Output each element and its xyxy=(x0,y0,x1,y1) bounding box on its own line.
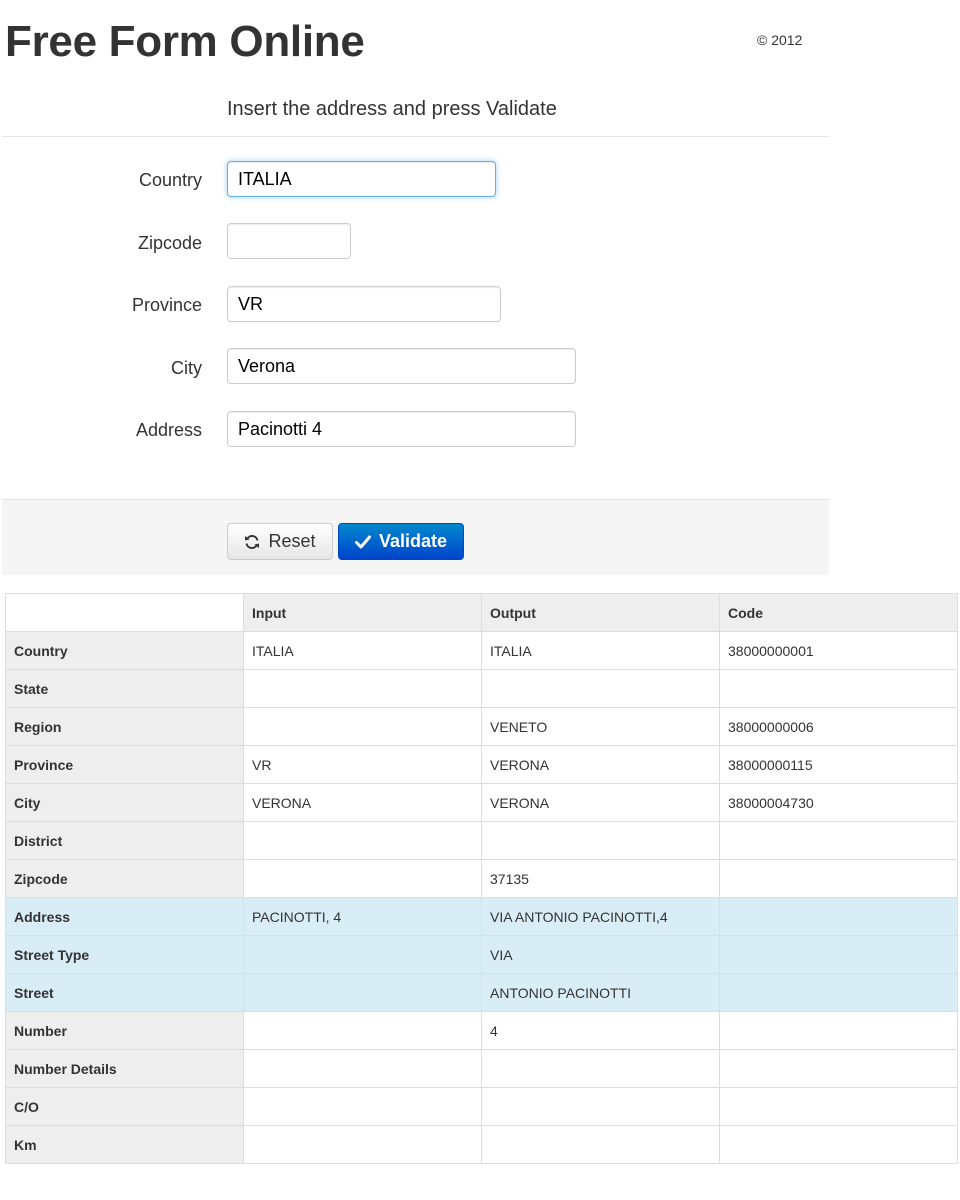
check-icon xyxy=(354,535,371,549)
results-header-row: Input Output Code xyxy=(5,593,958,632)
form-legend: Insert the address and press Validate xyxy=(227,98,557,120)
table-row: Region VENETO 38000000006 xyxy=(5,707,958,746)
results-body: Country ITALIA ITALIA 38000000001 State Regio… xyxy=(5,631,958,1164)
table-row: Number 4 xyxy=(5,1011,958,1050)
row-label: Province xyxy=(5,745,244,784)
validate-button[interactable]: Validate xyxy=(338,523,464,560)
cell-output: VIA ANTONIO PACINOTTI,4 xyxy=(481,897,720,936)
address-input[interactable] xyxy=(227,411,576,447)
table-row: Address PACINOTTI, 4 VIA ANTONIO PACINOTTI… xyxy=(5,897,958,936)
reset-button-label: Reset xyxy=(268,531,316,551)
cell-input xyxy=(243,859,482,898)
header-cell-code: Code xyxy=(719,593,958,632)
cell-code: 38000004730 xyxy=(719,783,958,822)
table-row: Country ITALIA ITALIA 38000000001 xyxy=(5,631,958,670)
cell-output xyxy=(481,669,720,708)
row-label: Zipcode xyxy=(5,859,244,898)
row-label: Street Type xyxy=(5,935,244,974)
cell-code xyxy=(719,821,958,860)
row-label: Number xyxy=(5,1011,244,1050)
table-row: Province VR VERONA 38000000115 xyxy=(5,745,958,784)
header-cell-output: Output xyxy=(481,593,720,632)
table-row: Street ANTONIO PACINOTTI xyxy=(5,973,958,1012)
header-cell-input: Input xyxy=(243,593,482,632)
cell-code: 38000000115 xyxy=(719,745,958,784)
cell-input: PACINOTTI, 4 xyxy=(243,897,482,936)
cell-input xyxy=(243,1087,482,1126)
cell-input xyxy=(243,973,482,1012)
cell-code xyxy=(719,935,958,974)
cell-output: VIA xyxy=(481,935,720,974)
cell-output xyxy=(481,1049,720,1088)
province-input[interactable] xyxy=(227,286,501,322)
zipcode-label: Zipcode xyxy=(137,233,202,253)
cell-code xyxy=(719,1011,958,1050)
table-row: City VERONA VERONA 38000004730 xyxy=(5,783,958,822)
cell-code: 38000000001 xyxy=(719,631,958,670)
city-input[interactable] xyxy=(227,348,576,384)
row-label: Country xyxy=(5,631,244,670)
address-label: Address xyxy=(135,420,202,440)
cell-input xyxy=(243,1049,482,1088)
validate-button-label: Validate xyxy=(378,531,448,551)
province-label: Province xyxy=(131,295,202,315)
table-row: Street Type VIA xyxy=(5,935,958,974)
table-row: Number Details xyxy=(5,1049,958,1088)
form-actions: Reset Validate xyxy=(2,499,829,575)
table-row: Zipcode 37135 xyxy=(5,859,958,898)
zipcode-input[interactable] xyxy=(227,223,351,259)
table-row: District xyxy=(5,821,958,860)
row-label: Number Details xyxy=(5,1049,244,1088)
cell-output: VERONA xyxy=(481,783,720,822)
cell-output: VERONA xyxy=(481,745,720,784)
cell-output: VENETO xyxy=(481,707,720,746)
cell-output xyxy=(481,1087,720,1126)
cell-output xyxy=(481,821,720,860)
cell-input: VR xyxy=(243,745,482,784)
cell-output xyxy=(481,1125,720,1164)
cell-input: ITALIA xyxy=(243,631,482,670)
cell-input xyxy=(243,1011,482,1050)
cell-input xyxy=(243,1125,482,1164)
row-label: Km xyxy=(5,1125,244,1164)
cell-code xyxy=(719,1087,958,1126)
cell-output: ITALIA xyxy=(481,631,720,670)
cell-output: ANTONIO PACINOTTI xyxy=(481,973,720,1012)
cell-code xyxy=(719,897,958,936)
cell-output: 4 xyxy=(481,1011,720,1050)
table-row: C/O xyxy=(5,1087,958,1126)
cell-code xyxy=(719,1125,958,1164)
row-label: Street xyxy=(5,973,244,1012)
cell-code: 38000000006 xyxy=(719,707,958,746)
copyright-text: © 2012 xyxy=(757,32,803,48)
city-label: City xyxy=(171,358,202,378)
cell-input xyxy=(243,821,482,860)
app-title: Free Form Online xyxy=(5,17,365,66)
table-row: Km xyxy=(5,1125,958,1164)
header-cell-blank xyxy=(5,593,244,632)
cell-code xyxy=(719,973,958,1012)
reset-button[interactable]: Reset xyxy=(227,523,333,560)
cell-input xyxy=(243,935,482,974)
row-label: District xyxy=(5,821,244,860)
row-label: Address xyxy=(5,897,244,936)
results-table: Input Output Code Country ITALIA ITALIA 380… xyxy=(5,593,958,1164)
cell-input xyxy=(243,669,482,708)
row-label: C/O xyxy=(5,1087,244,1126)
row-label: State xyxy=(5,669,244,708)
cell-code xyxy=(719,1049,958,1088)
cell-input: VERONA xyxy=(243,783,482,822)
table-row: State xyxy=(5,669,958,708)
country-input[interactable] xyxy=(227,161,496,197)
cell-code xyxy=(719,859,958,898)
cell-input xyxy=(243,707,482,746)
row-label: City xyxy=(5,783,244,822)
legend-divider xyxy=(2,136,829,137)
country-label: Country xyxy=(138,170,202,190)
cell-output: 37135 xyxy=(481,859,720,898)
row-label: Region xyxy=(5,707,244,746)
refresh-icon xyxy=(244,534,260,550)
cell-code xyxy=(719,669,958,708)
